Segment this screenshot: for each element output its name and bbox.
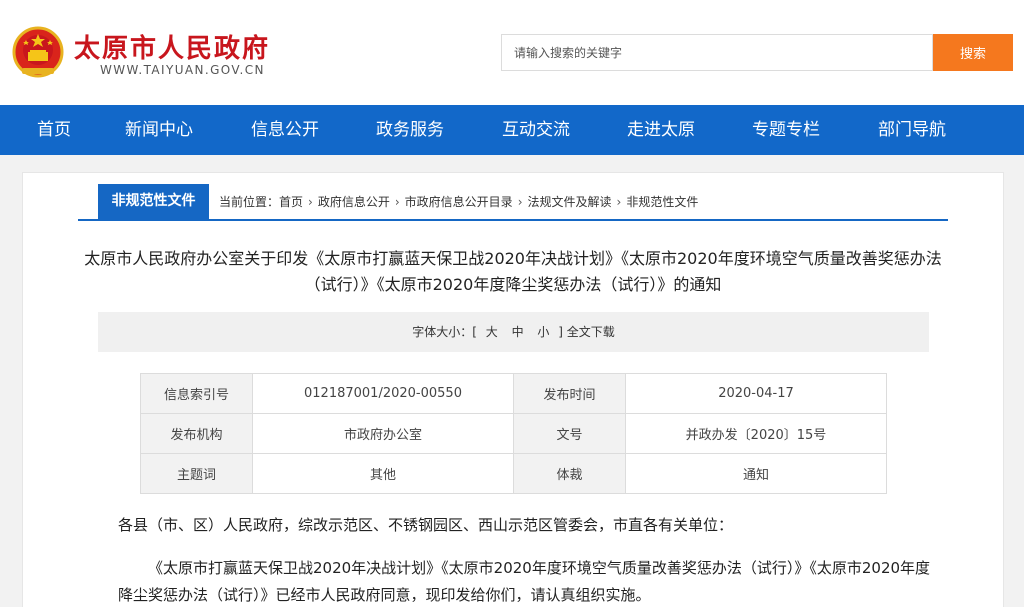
nav-item-departments[interactable]: 部门导航 (878, 105, 946, 155)
doc-no-value: 并政办发〔2020〕15号 (625, 413, 887, 454)
font-size-bar: 字体大小：[ 大 中 小 ] 全文下载 (98, 312, 929, 352)
table-row: 信息索引号 012187001/2020-00550 发布时间 2020-04-… (140, 373, 887, 414)
publish-time-label: 发布时间 (513, 373, 626, 414)
doc-no-label: 文号 (513, 413, 626, 454)
bracket-close: ] (558, 325, 563, 339)
publisher-value: 市政府办公室 (252, 413, 514, 454)
nav-item-about-taiyuan[interactable]: 走进太原 (627, 105, 695, 155)
font-size-medium[interactable]: 中 (512, 325, 524, 339)
table-row: 发布机构 市政府办公室 文号 并政办发〔2020〕15号 (140, 413, 887, 454)
breadcrumb-gov-info[interactable]: 政府信息公开 (318, 195, 390, 209)
breadcrumb-separator: › (308, 195, 313, 209)
subject-label: 主题词 (140, 453, 253, 494)
search-input[interactable] (501, 34, 933, 71)
content-panel: 非规范性文件 当前位置：首页 › 政府信息公开 › 市政府信息公开目录 › 法规文件及解读 ›… (22, 172, 1004, 607)
breadcrumb-separator: › (517, 195, 523, 209)
search-button[interactable]: 搜索 (933, 34, 1013, 71)
nav-item-interaction[interactable]: 互动交流 (502, 105, 570, 155)
document-meta-table: 信息索引号 012187001/2020-00550 发布时间 2020-04-… (140, 373, 887, 494)
site-header: 太原市人民政府 WWW.TAIYUAN.GOV.CN 搜索 (0, 0, 1024, 105)
index-no-value: 012187001/2020-00550 (252, 373, 514, 414)
document-salutation: 各县（市、区）人民政府，综改示范区、不锈钢园区、西山示范区管委会，市直各有关单位… (118, 516, 734, 534)
nav-item-news[interactable]: 新闻中心 (125, 105, 193, 155)
subject-value: 其他 (252, 453, 514, 494)
bracket-open: [ (472, 325, 477, 339)
font-size-small[interactable]: 小 (537, 325, 549, 339)
section-tab: 非规范性文件 (98, 184, 209, 219)
nav-item-special-topics[interactable]: 专题专栏 (752, 105, 820, 155)
table-row: 主题词 其他 体裁 通知 (140, 453, 887, 494)
genre-value: 通知 (625, 453, 887, 494)
main-nav: 首页 新闻中心 信息公开 政务服务 互动交流 走进太原 专题专栏 部门导航 (0, 105, 1024, 155)
tab-divider (78, 219, 948, 221)
document-body: 《太原市打赢蓝天保卫战2020年决战计划》《太原市2020年度环境空气质量改善奖… (118, 559, 931, 604)
national-emblem-icon (12, 26, 64, 78)
font-size-large[interactable]: 大 (486, 325, 498, 339)
nav-item-info-disclosure[interactable]: 信息公开 (251, 105, 319, 155)
nav-item-home[interactable]: 首页 (37, 105, 71, 155)
breadcrumb-regulations[interactable]: 法规文件及解读 (528, 195, 612, 209)
site-domain: WWW.TAIYUAN.GOV.CN (100, 63, 265, 77)
font-size-label: 字体大小： (412, 325, 473, 339)
breadcrumb-separator: › (394, 195, 400, 209)
breadcrumb: 当前位置：首页 › 政府信息公开 › 市政府信息公开目录 › 法规文件及解读 › 非规范性文件 (219, 193, 698, 210)
breadcrumb-prefix: 当前位置： (219, 195, 280, 209)
breadcrumb-home[interactable]: 首页 (279, 195, 303, 209)
document-title: 太原市人民政府办公室关于印发《太原市打赢蓝天保卫战2020年决战计划》《太原市2… (84, 249, 942, 294)
publisher-label: 发布机构 (140, 413, 253, 454)
breadcrumb-separator: › (616, 195, 622, 209)
download-link[interactable]: 全文下载 (567, 325, 615, 339)
genre-label: 体裁 (513, 453, 626, 494)
index-no-label: 信息索引号 (140, 373, 253, 414)
nav-item-gov-services[interactable]: 政务服务 (376, 105, 444, 155)
breadcrumb-catalog[interactable]: 市政府信息公开目录 (405, 195, 513, 209)
publish-time-value: 2020-04-17 (625, 373, 887, 414)
site-title: 太原市人民政府 (74, 34, 271, 64)
breadcrumb-current[interactable]: 非规范性文件 (626, 195, 698, 209)
